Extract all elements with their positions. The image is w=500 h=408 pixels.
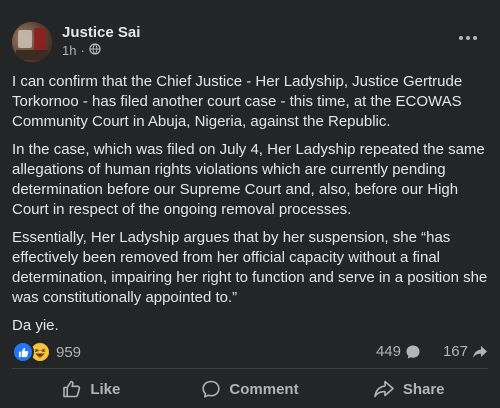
share-count-link[interactable]: 167 <box>443 343 488 360</box>
post-paragraph: Da yie. <box>12 317 59 334</box>
separator-dot: · <box>80 43 85 58</box>
share-count: 167 <box>442 343 468 360</box>
globe-icon <box>89 43 101 58</box>
share-label: Share <box>402 380 445 398</box>
post-time[interactable]: 1h <box>62 43 76 58</box>
avatar[interactable] <box>12 22 52 62</box>
comment-icon <box>202 380 221 398</box>
facebook-post: Justice Sai 1h · I can confirm that the … <box>0 0 500 408</box>
divider <box>12 368 488 369</box>
more-options-icon <box>459 36 477 40</box>
like-button[interactable]: Like <box>12 370 171 408</box>
post-actions: Like Comment Share <box>12 370 488 408</box>
post-paragraph: In the case, which was filed on July 4, … <box>12 141 485 218</box>
share-arrow-icon <box>473 345 487 358</box>
comment-label: Comment <box>229 380 299 398</box>
comment-button[interactable]: Comment <box>171 370 330 408</box>
post-paragraph: Essentially, Her Ladyship argues that by… <box>12 229 488 306</box>
like-label: Like <box>90 380 121 398</box>
comment-count-link[interactable]: 449 <box>376 343 421 360</box>
more-options-button[interactable] <box>454 28 482 48</box>
post-meta: 1h · <box>62 43 101 58</box>
like-icon <box>12 341 34 363</box>
engagement-stats: 449 167 <box>376 343 488 360</box>
thumbs-up-icon <box>63 380 81 398</box>
comment-count: 449 <box>375 343 401 360</box>
reactions-summary[interactable]: 959 <box>12 341 81 363</box>
post-paragraph: I can confirm that the Chief Justice - H… <box>12 73 463 130</box>
post-body: I can confirm that the Chief Justice - H… <box>12 72 490 336</box>
share-icon <box>374 380 394 398</box>
share-button[interactable]: Share <box>329 370 488 408</box>
comment-bubble-icon <box>406 345 420 358</box>
author-name[interactable]: Justice Sai <box>62 24 140 41</box>
reaction-count: 959 <box>56 343 82 361</box>
